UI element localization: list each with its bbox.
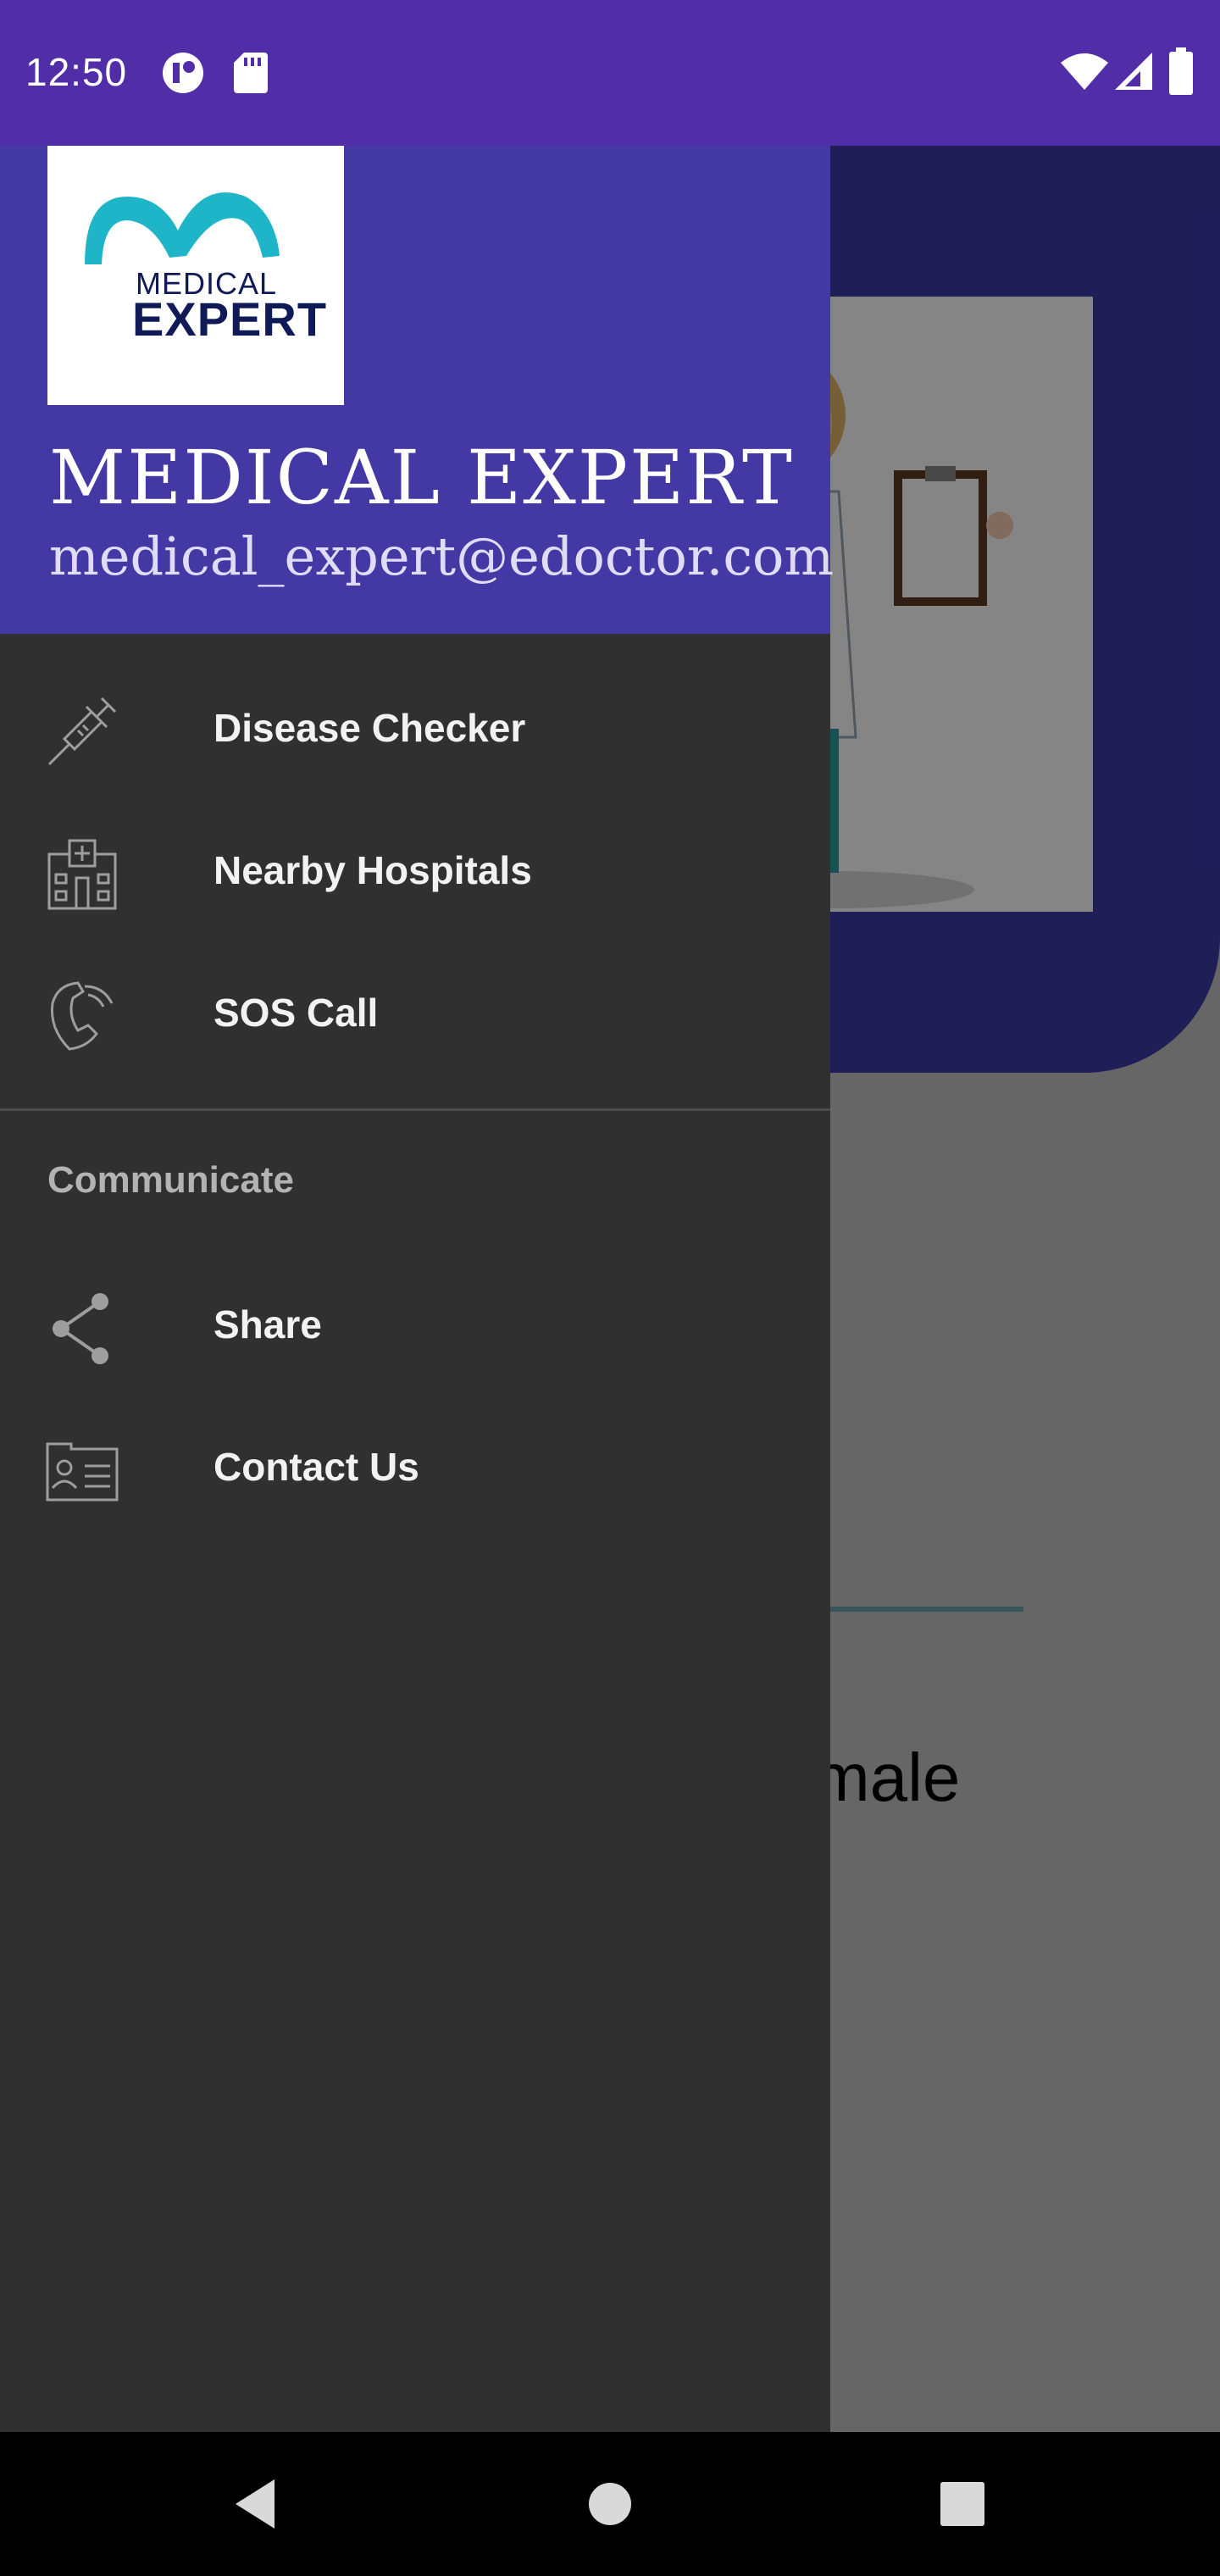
menu-label: Disease Checker <box>214 706 526 750</box>
sd-card-icon <box>234 53 268 93</box>
section-title-communicate: Communicate <box>47 1159 294 1201</box>
contact-card-icon <box>46 1442 119 1502</box>
menu-label: Nearby Hospitals <box>214 848 532 892</box>
system-nav-bar <box>0 2432 1220 2576</box>
share-icon <box>53 1293 108 1364</box>
app-logo: MEDICAL EXPERT <box>47 146 344 405</box>
menu-item-disease-checker[interactable]: Disease Checker <box>0 659 830 802</box>
back-icon[interactable] <box>229 2466 280 2542</box>
navigation-drawer: MEDICAL EXPERT MEDICAL EXPERT medical_ex… <box>0 146 834 2432</box>
menu-label: Share <box>214 1302 322 1346</box>
menu-item-share[interactable]: Share <box>0 1256 830 1398</box>
home-icon[interactable] <box>585 2466 635 2542</box>
drawer-title: MEDICAL EXPERT <box>49 434 794 521</box>
circle-app-icon <box>163 53 203 93</box>
drawer-header: MEDICAL EXPERT MEDICAL EXPERT medical_ex… <box>0 146 834 634</box>
logo-text-expert: EXPERT <box>132 292 328 346</box>
drawer-email: medical_expert@edoctor.com <box>49 525 835 587</box>
recents-icon[interactable] <box>937 2466 988 2542</box>
battery-icon <box>1169 47 1193 95</box>
drawer-divider <box>0 1108 830 1111</box>
status-time: 12:50 <box>25 50 128 94</box>
menu-item-nearby-hospitals[interactable]: Nearby Hospitals <box>0 802 830 944</box>
menu-label: SOS Call <box>214 991 379 1035</box>
menu-item-contact-us[interactable]: Contact Us <box>0 1398 830 1541</box>
menu-item-sos-call[interactable]: SOS Call <box>0 944 830 1086</box>
phone-icon <box>50 981 114 1051</box>
hospital-icon <box>47 839 117 910</box>
status-bar: 12:50 <box>0 0 1220 146</box>
signal-icon <box>1115 53 1152 90</box>
syringe-icon <box>47 697 117 766</box>
wifi-icon <box>1061 53 1108 90</box>
menu-label: Contact Us <box>214 1445 419 1489</box>
